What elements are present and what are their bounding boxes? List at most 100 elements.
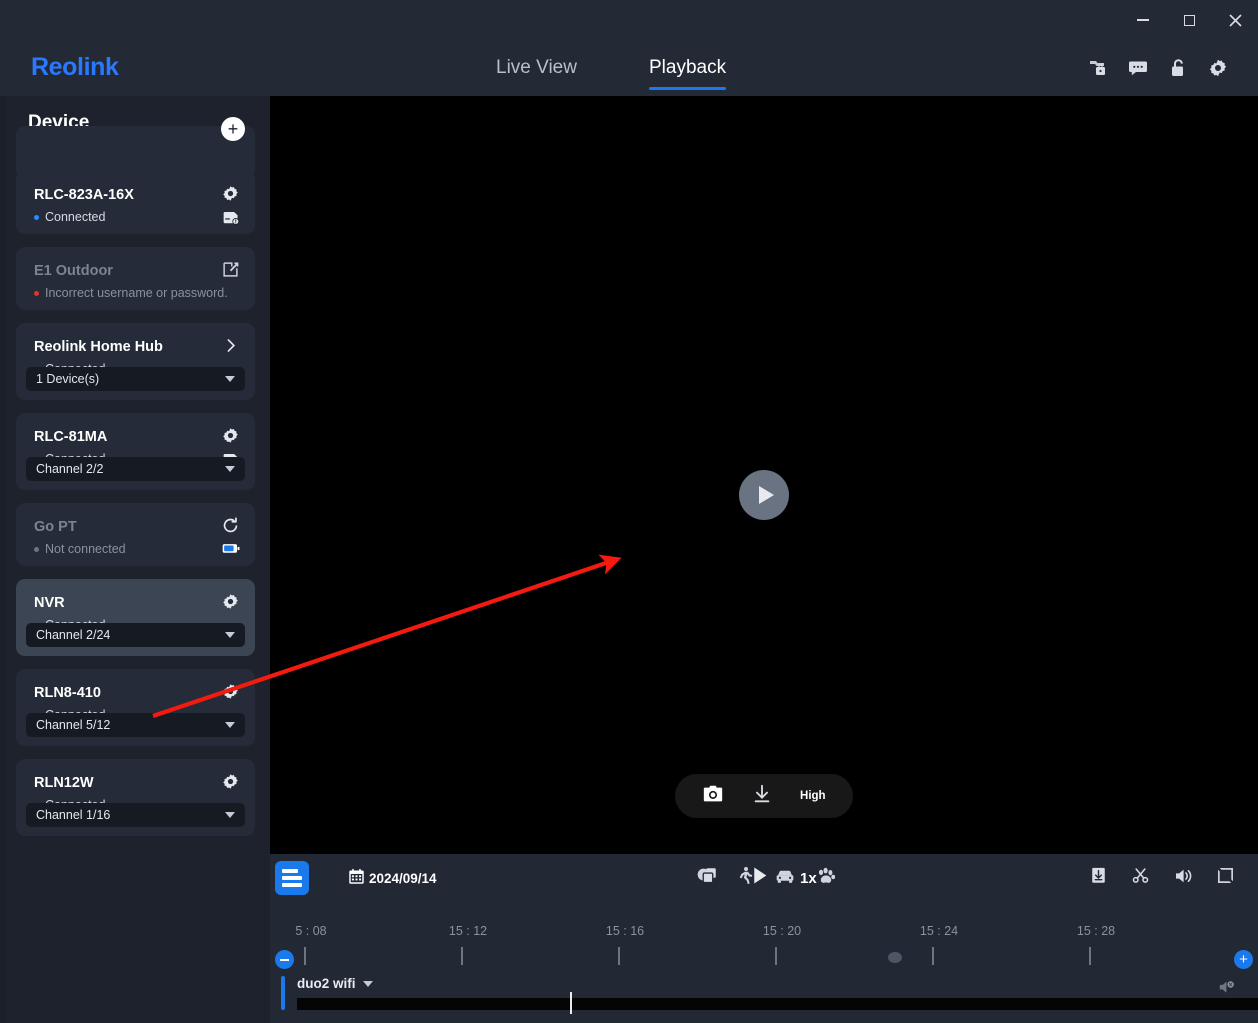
tab-live-view[interactable]: Live View	[496, 40, 577, 96]
status-dot	[34, 215, 39, 220]
gear-icon[interactable]	[222, 683, 239, 700]
device-card-e1-outdoor[interactable]: E1 Outdoor Incorrect username or password…	[16, 247, 255, 310]
edit-icon[interactable]	[222, 261, 239, 278]
clip-scissors-icon[interactable]	[1131, 866, 1150, 890]
device-status: Not connected	[34, 542, 126, 556]
video-player[interactable]: High	[270, 96, 1258, 854]
list-view-icon[interactable]	[275, 861, 309, 895]
channel-select[interactable]: 1 Device(s)	[26, 367, 245, 391]
maximize-button[interactable]	[1166, 5, 1212, 35]
timeline-tick-label: 15 : 28	[1077, 924, 1115, 938]
chevron-down-icon	[225, 632, 235, 638]
timeline-zoom-in-button[interactable]: +	[1234, 950, 1253, 969]
window-title-bar	[0, 0, 1258, 40]
device-card-nvr[interactable]: NVRConnectedChannel 2/24	[16, 579, 255, 656]
gear-icon[interactable]	[222, 593, 239, 610]
tab-playback[interactable]: Playback	[649, 40, 726, 96]
device-card-rln8-410[interactable]: RLN8-410ConnectedChannel 5/12	[16, 669, 255, 746]
timeline-tick-label: 15 : 12	[449, 924, 487, 938]
gear-icon[interactable]	[222, 773, 239, 790]
device-name: RLN8-410	[34, 685, 101, 701]
snapshot-icon[interactable]	[702, 783, 724, 810]
channel-select[interactable]: Channel 2/2	[26, 457, 245, 481]
channel-select-value: Channel 1/16	[36, 808, 110, 822]
device-card-go-pt[interactable]: Go PT Not connected	[16, 503, 255, 566]
playback-speed[interactable]: 1x	[800, 870, 817, 887]
channel-select-value: Channel 2/24	[36, 628, 110, 642]
track-accent-bar	[281, 976, 285, 1010]
device-card-rln12w[interactable]: RLN12WConnectedChannel 1/16	[16, 759, 255, 836]
timeline-zoom-out-button[interactable]	[275, 950, 294, 969]
chevron-down-icon	[363, 981, 373, 987]
chevron-down-icon	[225, 376, 235, 382]
device-card-rlc-823a-16x[interactable]: RLC-823A-16XConnected	[16, 171, 255, 234]
device-name: RLN12W	[34, 775, 94, 791]
device-status: Connected	[34, 210, 105, 224]
chevron-down-icon	[225, 812, 235, 818]
timeline-tick-mark	[1089, 947, 1091, 965]
add-device-button[interactable]: +	[221, 117, 245, 141]
calendar-icon	[348, 868, 365, 888]
channel-select[interactable]: Channel 5/12	[26, 713, 245, 737]
refresh-icon[interactable]	[222, 517, 239, 534]
track-name-label: duo2 wifi	[297, 976, 356, 991]
mute-icon[interactable]	[1218, 978, 1236, 996]
fullscreen-icon[interactable]	[1216, 866, 1235, 890]
file-lock-icon[interactable]	[1088, 58, 1108, 78]
unlock-icon[interactable]	[1168, 58, 1188, 78]
channel-select[interactable]: Channel 2/24	[26, 623, 245, 647]
play-icon[interactable]	[749, 865, 770, 891]
download-icon[interactable]	[751, 783, 773, 810]
device-name: Go PT	[34, 519, 77, 535]
device-list[interactable]: RLC-823A-16XConnected E1 Outdoor Incorrect…	[6, 152, 265, 1023]
timeline-playhead[interactable]	[570, 992, 572, 1014]
timeline-tick-mark	[775, 947, 777, 965]
device-sidebar: Device RLC-823A-16XConnectedE1 OutdoorIn…	[6, 96, 265, 1023]
timeline-event-marker[interactable]	[888, 952, 902, 963]
timeline[interactable]: + 5 : 0815 : 1215 : 1615 : 2015 : 2415 :…	[270, 902, 1258, 1023]
volume-icon[interactable]	[1173, 866, 1193, 891]
multi-layer-icon[interactable]	[700, 866, 719, 890]
channel-select-value: 1 Device(s)	[36, 372, 99, 386]
quality-label[interactable]: High	[800, 790, 826, 802]
timeline-tick-label: 15 : 20	[763, 924, 801, 938]
status-dot	[34, 547, 39, 552]
track-selector[interactable]: duo2 wifi	[297, 976, 373, 991]
date-picker[interactable]: 2024/09/14	[348, 854, 437, 902]
close-button[interactable]	[1212, 5, 1258, 35]
chevron-right-icon[interactable]	[222, 337, 239, 354]
pet-icon[interactable]	[816, 866, 836, 891]
sd-card-alert-icon[interactable]	[222, 210, 239, 227]
battery-icon[interactable]	[222, 542, 239, 559]
timeline-tick-mark	[932, 947, 934, 965]
timeline-tick-mark	[304, 947, 306, 965]
device-status: Incorrect username or password.	[34, 286, 228, 300]
gear-icon[interactable]	[222, 427, 239, 444]
download-icon[interactable]	[1089, 866, 1108, 890]
app-header: Reolink Live View Playback	[0, 40, 1258, 96]
channel-select[interactable]: Channel 1/16	[26, 803, 245, 827]
chevron-down-icon	[225, 722, 235, 728]
reolink-client-window: Reolink Live View Playback	[0, 0, 1258, 1023]
reolink-logo: Reolink	[31, 53, 119, 82]
status-text: Not connected	[45, 542, 126, 556]
play-overlay-button[interactable]	[739, 470, 789, 520]
timeline-tick-mark	[618, 947, 620, 965]
device-name: NVR	[34, 595, 65, 611]
gear-icon[interactable]	[1208, 58, 1228, 78]
device-card-reolink-home-hub[interactable]: Reolink Home HubConnected1 Device(s)	[16, 323, 255, 400]
device-name: E1 Outdoor	[34, 263, 113, 279]
timeline-tick-label: 15 : 16	[606, 924, 644, 938]
device-name: RLC-81MA	[34, 429, 107, 445]
status-text: Incorrect username or password.	[45, 286, 228, 300]
device-card-rlc-81ma[interactable]: RLC-81MAConnectedChannel 2/2	[16, 413, 255, 490]
device-name: Reolink Home Hub	[34, 339, 163, 355]
status-text: Connected	[45, 210, 105, 224]
timeline-tick-label: 5 : 08	[295, 924, 326, 938]
selected-date: 2024/09/14	[369, 871, 437, 886]
minimize-button[interactable]	[1120, 5, 1166, 35]
recording-strip[interactable]	[297, 998, 1258, 1010]
gear-icon[interactable]	[222, 185, 239, 202]
chat-bubble-icon[interactable]	[1128, 58, 1148, 78]
playback-toolbar: 2024/09/14	[270, 854, 1258, 902]
